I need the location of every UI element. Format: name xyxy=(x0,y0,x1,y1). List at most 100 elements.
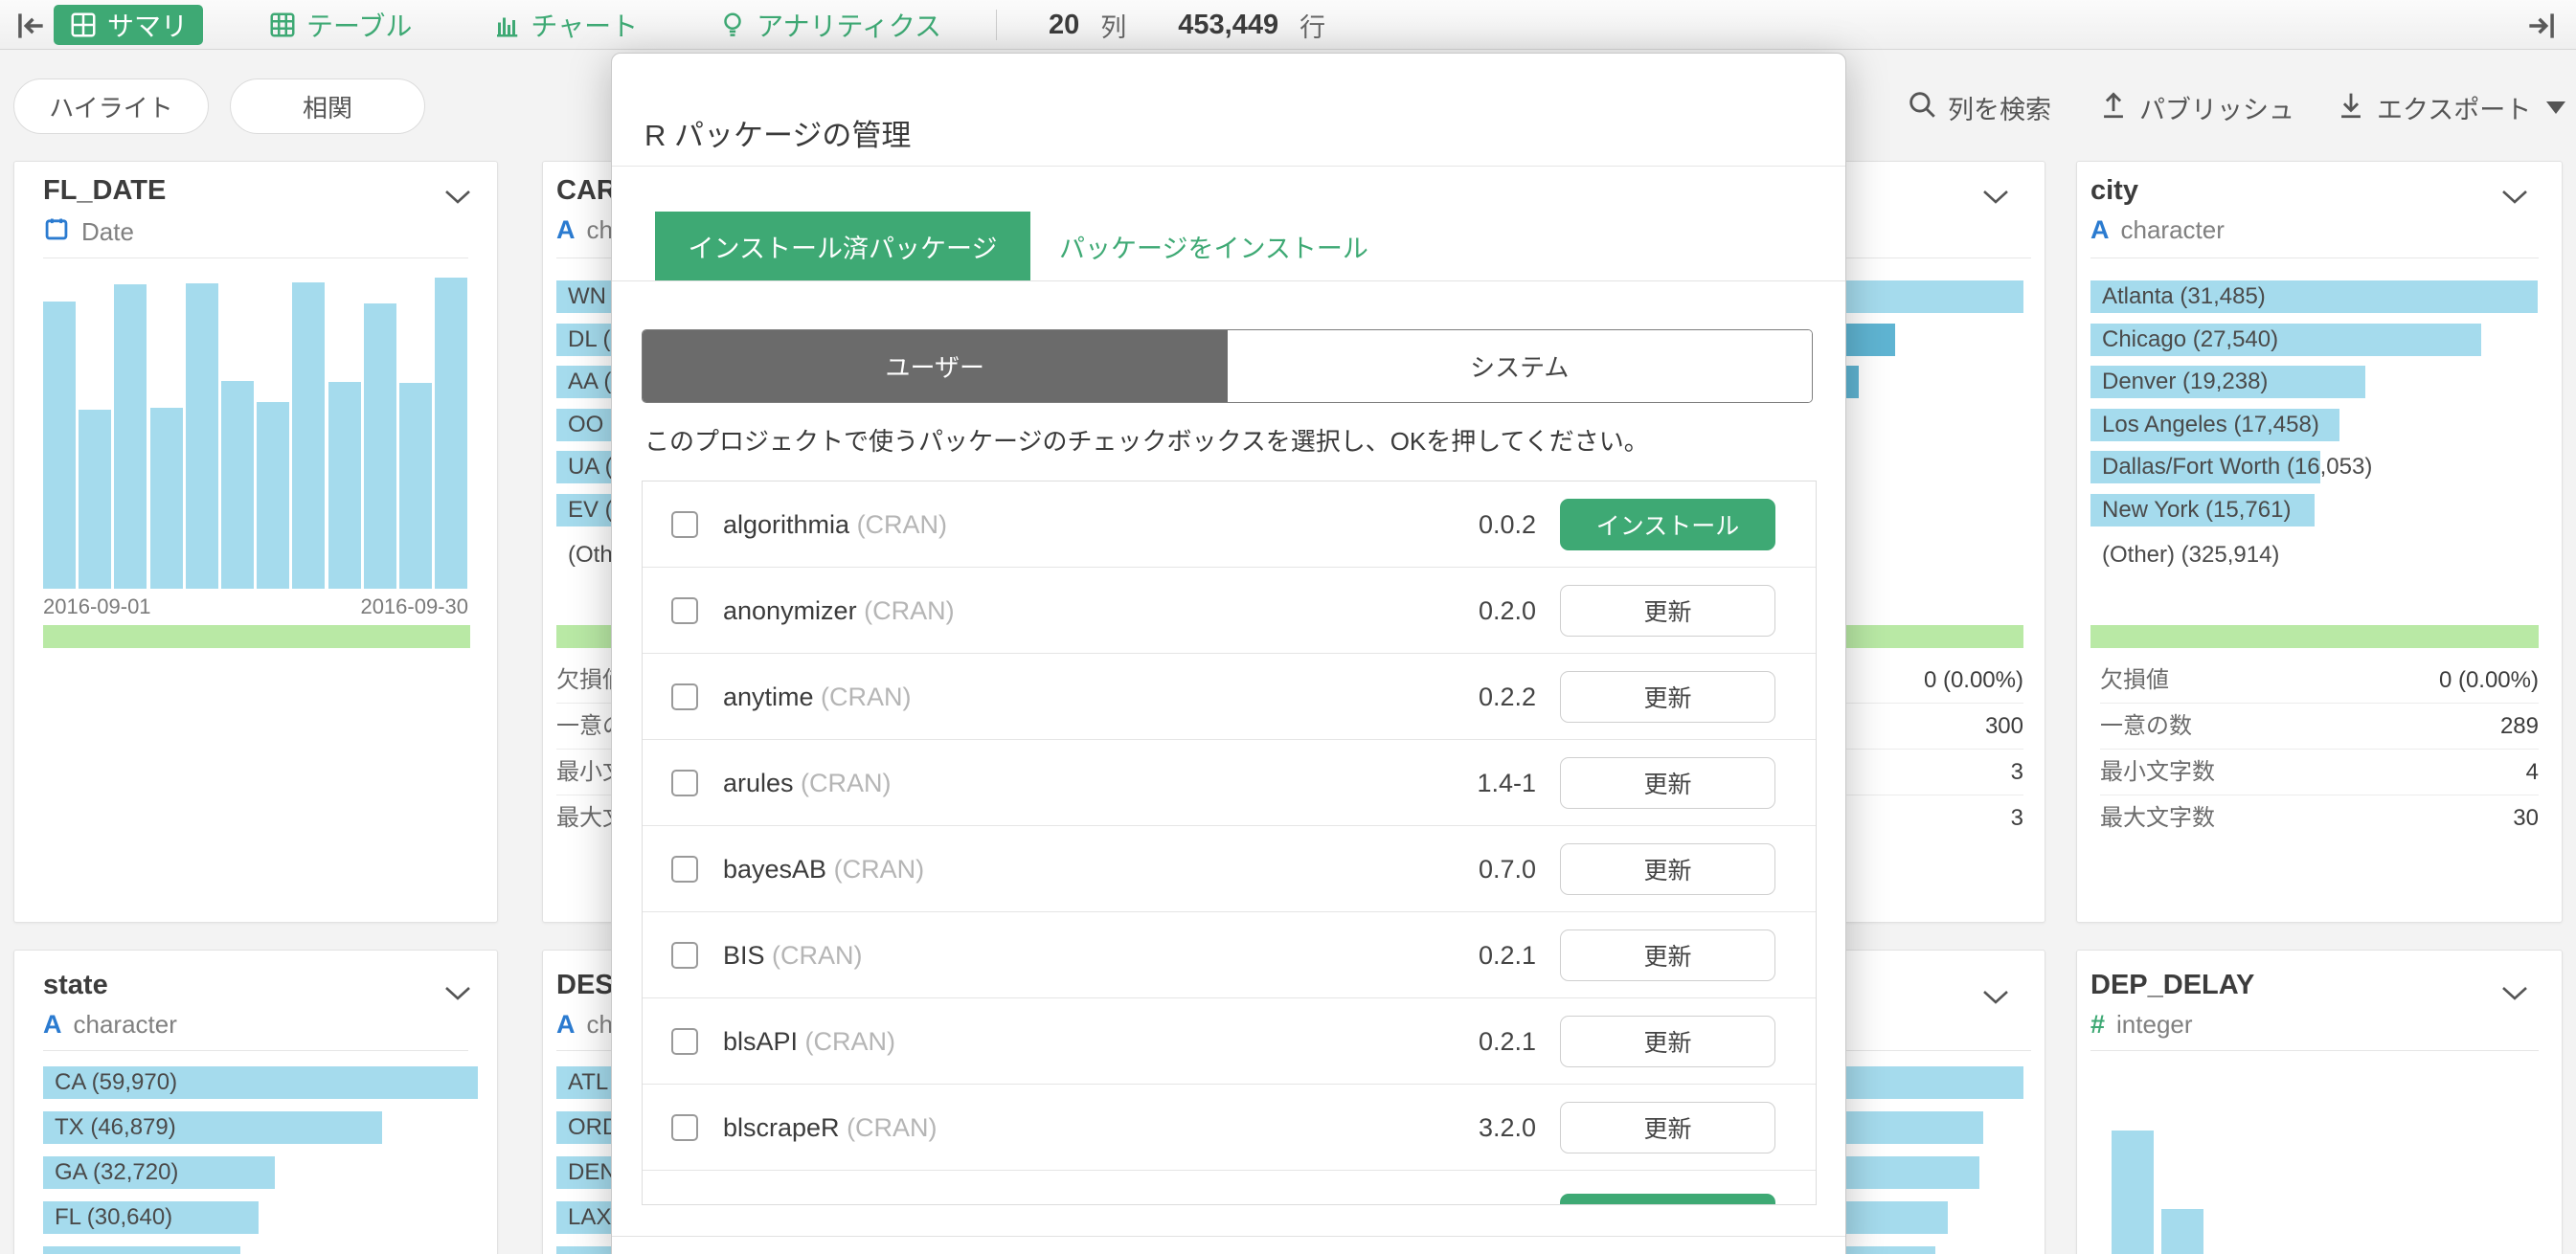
scope-label: システム xyxy=(1470,348,1569,384)
chevron-down-icon[interactable] xyxy=(443,189,472,206)
scope-user[interactable]: ユーザー xyxy=(643,330,1228,402)
package-version: 0.2.0 xyxy=(1479,568,1536,654)
stat-row: 最小文字数4 xyxy=(2100,750,2539,795)
tab-install-packages[interactable]: パッケージをインストール xyxy=(1030,212,1397,280)
stat-label: 最大文字数 xyxy=(2100,795,2215,841)
type-label: ch xyxy=(587,1010,613,1040)
chevron-down-icon[interactable] xyxy=(2500,189,2529,206)
column-type: A ch xyxy=(556,215,613,245)
column-type: Date xyxy=(43,215,134,249)
package-name: BIS (CRAN) xyxy=(723,912,863,998)
update-button[interactable]: 更新 xyxy=(1560,757,1775,809)
chevron-down-icon[interactable] xyxy=(2500,985,2529,1002)
tab-label: パッケージをインストール xyxy=(1059,228,1368,265)
update-button[interactable]: 更新 xyxy=(1560,671,1775,723)
axis-min-label: 2016-09-01 xyxy=(43,594,151,619)
package-checkbox[interactable] xyxy=(671,597,698,624)
package-checkbox[interactable] xyxy=(671,511,698,538)
stat-label: 欠損値 xyxy=(2100,658,2169,704)
chevron-down-icon[interactable] xyxy=(443,985,472,1002)
columns-unit: 列 xyxy=(1100,7,1126,44)
collapse-left-icon[interactable] xyxy=(10,8,52,44)
package-version: 1.4-1 xyxy=(1477,740,1536,826)
divider xyxy=(1820,1050,2031,1051)
histogram-bar xyxy=(79,410,111,589)
package-checkbox[interactable] xyxy=(671,856,698,883)
scope-toggle: ユーザー システム xyxy=(642,329,1813,403)
chevron-down-icon[interactable] xyxy=(1981,189,2010,206)
category-bar-row: Chicago (27,540) xyxy=(2090,324,2550,356)
category-bar-row: Dallas/Fort Worth (16,053) xyxy=(2090,451,2550,483)
column-type: A ch xyxy=(556,1010,613,1040)
rows-count: 453,449 xyxy=(1178,10,1278,41)
package-checkbox[interactable] xyxy=(671,942,698,969)
package-version: 0.0.2 xyxy=(1479,481,1536,568)
category-bar-label: CA (59,970) xyxy=(55,1066,177,1099)
package-list[interactable]: algorithmia (CRAN) 0.0.2 インストール anonymizer … xyxy=(642,481,1817,1205)
scope-system[interactable]: システム xyxy=(1228,330,1813,402)
histogram-bar xyxy=(399,383,432,589)
package-name: anonymizer (CRAN) xyxy=(723,568,955,654)
expand-right-icon[interactable] xyxy=(2520,8,2563,44)
package-source: (CRAN) xyxy=(805,1027,896,1056)
histogram-bar xyxy=(364,303,396,589)
stat-value: 3 xyxy=(2011,795,2023,841)
category-bar-label: Los Angeles (17,458) xyxy=(2102,409,2319,441)
package-row: anytime (CRAN)0.2.2更新 xyxy=(643,654,1816,740)
divider xyxy=(2090,1050,2539,1051)
package-version: 3.2.0 xyxy=(1479,1085,1536,1171)
type-label: Date xyxy=(81,217,134,247)
histogram-bar xyxy=(186,283,218,589)
package-checkbox[interactable] xyxy=(671,683,698,710)
package-row: bayesAB (CRAN)0.7.0更新 xyxy=(643,826,1816,912)
modal-title: R パッケージの管理 xyxy=(644,111,911,154)
tab-installed-packages[interactable]: インストール済パッケージ xyxy=(655,212,1030,280)
correlation-button[interactable]: 相関 xyxy=(230,78,425,134)
card-city: city A character Atlanta (31,485)Chicago… xyxy=(2076,161,2563,923)
package-checkbox[interactable] xyxy=(671,770,698,796)
character-a-icon: A xyxy=(43,1010,62,1040)
package-name: algorithmia (CRAN) xyxy=(723,481,947,568)
package-source: (CRAN) xyxy=(772,941,863,970)
histogram-bar xyxy=(43,302,76,589)
search-columns-button[interactable]: 列を検索 xyxy=(1906,88,2051,127)
package-name: arules (CRAN) xyxy=(723,740,892,826)
chevron-down-icon[interactable] xyxy=(1981,989,2010,1006)
tab-chart[interactable]: チャート xyxy=(477,5,653,45)
divider xyxy=(43,1050,468,1051)
stat-value: 289 xyxy=(2500,704,2539,750)
stat-row: 最大文字数 30 xyxy=(2100,795,2539,841)
card-title: state xyxy=(43,970,108,1001)
card-title: DEP_DELAY xyxy=(2090,970,2254,1001)
export-button[interactable]: エクスポート xyxy=(2335,88,2565,127)
publish-label: パブリッシュ xyxy=(2139,89,2294,126)
tab-table[interactable]: テーブル xyxy=(253,5,427,45)
update-button[interactable]: 更新 xyxy=(1560,1102,1775,1153)
toolbar-divider xyxy=(996,10,997,40)
category-bar-row: FL (30,640) xyxy=(43,1201,498,1234)
character-a-icon: A xyxy=(556,215,576,245)
histogram-bar xyxy=(435,278,467,589)
stat-label: 一意の数 xyxy=(2100,704,2192,750)
card-title: CAR xyxy=(556,175,617,207)
update-button[interactable]: 更新 xyxy=(1560,1016,1775,1067)
stat-value: 30 xyxy=(2513,795,2539,841)
tab-analytics[interactable]: アナリティクス xyxy=(703,5,957,45)
package-checkbox[interactable] xyxy=(671,1114,698,1141)
card-title: city xyxy=(2090,175,2138,207)
modal-instruction: このプロジェクトで使うパッケージのチェックボックスを選択し、OKを押してください… xyxy=(644,422,1649,458)
card-hidden-bottom xyxy=(1819,950,2045,1254)
valid-indicator-bar xyxy=(2090,625,2539,648)
install-button[interactable]: インストール xyxy=(1560,499,1775,550)
update-button[interactable]: 更新 xyxy=(1560,585,1775,637)
highlight-button[interactable]: ハイライト xyxy=(13,78,209,134)
dataset-counts: 20列 453,449行 xyxy=(996,0,1364,50)
update-button[interactable]: 更新 xyxy=(1560,929,1775,981)
update-button[interactable]: 更新 xyxy=(1560,843,1775,895)
tab-summary[interactable]: サマリ xyxy=(54,5,203,45)
publish-button[interactable]: パブリッシュ xyxy=(2097,88,2294,127)
install-button-partial[interactable] xyxy=(1560,1194,1775,1205)
card-hidden-top: 0 (0.00%)30033 xyxy=(1819,161,2045,923)
package-checkbox[interactable] xyxy=(671,1028,698,1055)
export-caret-icon xyxy=(2546,101,2565,114)
